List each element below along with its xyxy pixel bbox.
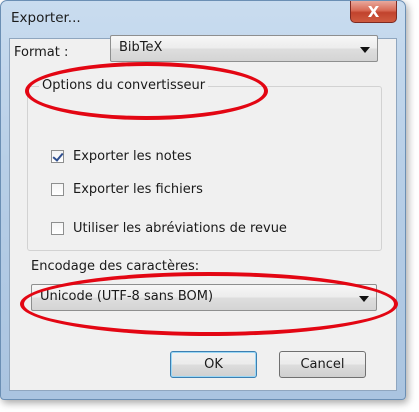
converter-options-legend: Options du convertisseur [39, 78, 209, 93]
ok-button[interactable]: OK [170, 351, 257, 378]
cancel-button-label: Cancel [300, 357, 345, 372]
export-notes-checkbox[interactable] [51, 150, 64, 163]
encoding-select-value: Unicode (UTF-8 sans BOM) [40, 289, 214, 304]
journal-abbreviations-checkbox[interactable] [51, 222, 64, 235]
chevron-down-icon [359, 296, 369, 302]
journal-abbreviations-option[interactable]: Utiliser les abréviations de revue [51, 221, 287, 236]
chevron-down-icon [360, 47, 370, 53]
cancel-button[interactable]: Cancel [279, 351, 366, 378]
encoding-label: Encodage des caractères: [31, 259, 200, 274]
encoding-select[interactable]: Unicode (UTF-8 sans BOM) [31, 284, 377, 311]
close-icon: X [367, 2, 380, 21]
title-bar[interactable]: Exporter... X [1, 1, 405, 37]
export-notes-label: Exporter les notes [73, 149, 192, 164]
export-notes-option[interactable]: Exporter les notes [51, 149, 192, 164]
format-select-value: BibTeX [119, 40, 163, 55]
export-files-checkbox[interactable] [51, 183, 64, 196]
journal-abbreviations-label: Utiliser les abréviations de revue [73, 221, 287, 236]
ok-button-label: OK [204, 357, 223, 372]
export-files-option[interactable]: Exporter les fichiers [51, 182, 203, 197]
format-label: Format : [14, 45, 69, 60]
close-button[interactable]: X [350, 1, 397, 23]
dialog-title: Exporter... [11, 10, 81, 26]
format-select[interactable]: BibTeX [110, 35, 378, 62]
export-files-label: Exporter les fichiers [73, 182, 203, 197]
